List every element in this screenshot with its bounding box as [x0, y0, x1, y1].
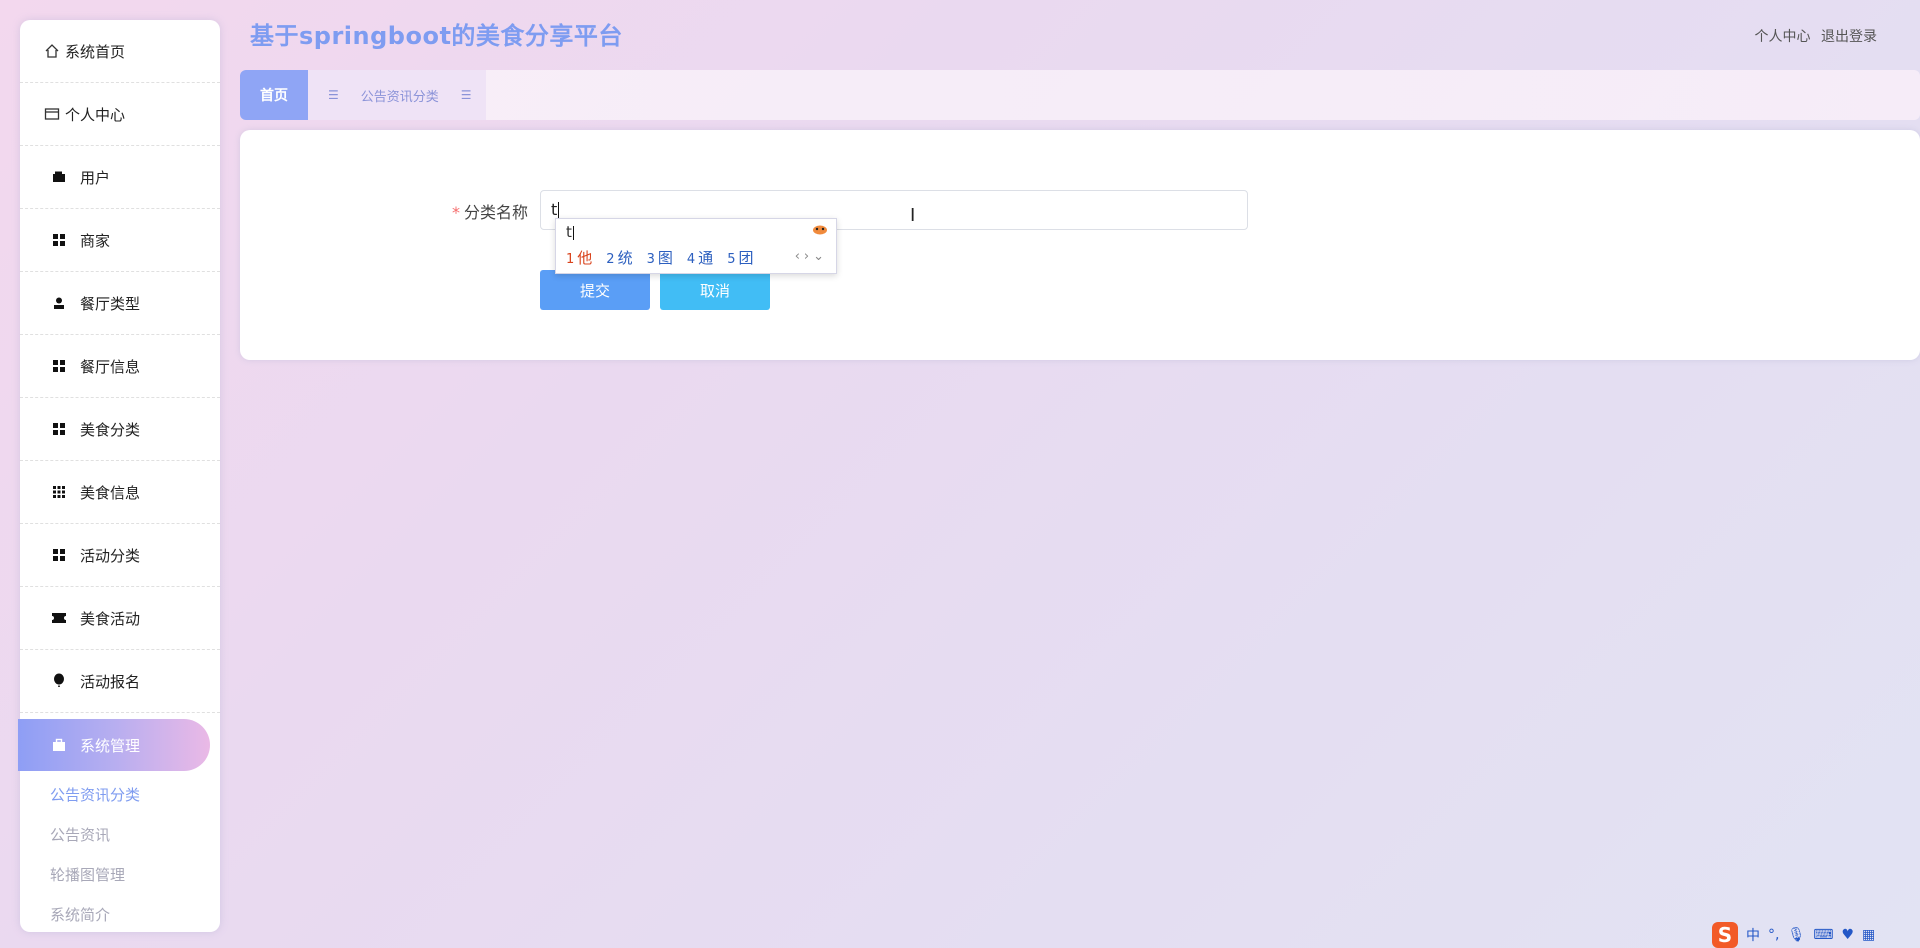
category-name-label: * 分类名称	[452, 199, 528, 223]
sidebar-item-food-info[interactable]: 美食信息	[20, 461, 220, 524]
text-caret	[558, 201, 560, 220]
candidate-text: 统	[617, 249, 633, 267]
candidate-text: 图	[657, 249, 673, 267]
candidate-number: 1	[566, 252, 575, 267]
system-management-submenu: 公告资讯分类 公告资讯 轮播图管理 系统简介	[20, 771, 220, 935]
sogou-mascot-icon	[810, 222, 830, 236]
candidate-number: 3	[646, 252, 655, 267]
sidebar: 系统首页 个人中心 用户 商家 餐厅类型 餐厅信息 美食分类 美食信息 活动分类…	[18, 20, 220, 935]
ime-composition-text: t	[566, 223, 572, 241]
grid-icon	[50, 231, 68, 249]
skin-icon[interactable]: ♥	[1841, 927, 1854, 943]
ime-caret	[572, 225, 574, 240]
profile-link[interactable]: 个人中心	[1755, 29, 1811, 45]
grid-icon	[50, 357, 68, 375]
sidebar-item-food-activities[interactable]: 美食活动	[20, 587, 220, 650]
submenu-carousel[interactable]: 轮播图管理	[50, 855, 220, 895]
chevron-left-icon[interactable]: ‹	[795, 249, 804, 264]
user-icon	[50, 294, 68, 312]
home-icon	[43, 42, 61, 60]
ime-candidates: 1他 2统 3图 4通 5团	[566, 247, 753, 268]
tab-label: 公告资讯分类	[360, 89, 439, 105]
sidebar-item-activity-categories[interactable]: 活动分类	[20, 524, 220, 587]
menu-icon: ☰	[328, 88, 339, 102]
sidebar-item-restaurant-info[interactable]: 餐厅信息	[20, 335, 220, 398]
candidate-text: 他	[577, 249, 593, 267]
form-panel: * 分类名称 t I 提交 取消	[240, 130, 1920, 360]
ime-toolbar: S 中 °, 🎙 ⌨ ♥ ▦	[1712, 922, 1920, 948]
punctuation-icon[interactable]: °,	[1768, 927, 1779, 943]
sidebar-item-label: 美食信息	[80, 483, 141, 502]
candidate-number: 2	[606, 252, 615, 267]
sidebar-item-label: 个人中心	[65, 105, 126, 124]
ime-composition: t	[566, 223, 574, 241]
submenu-notice-categories[interactable]: 公告资讯分类	[50, 775, 220, 815]
label-text: 分类名称	[464, 203, 529, 222]
ime-mode-indicator[interactable]: 中	[1746, 925, 1760, 945]
sidebar-item-label: 美食分类	[80, 420, 141, 439]
tabs-bar: 首页 ☰ 公告资讯分类 ☰	[240, 70, 1920, 120]
sidebar-item-label: 餐厅类型	[80, 294, 141, 313]
sidebar-item-food-categories[interactable]: 美食分类	[20, 398, 220, 461]
tab-home[interactable]: 首页	[240, 70, 308, 120]
cancel-button[interactable]: 取消	[660, 270, 770, 310]
ibeam-cursor-icon: I	[910, 205, 916, 226]
ime-candidate[interactable]: 2统	[606, 247, 632, 268]
required-mark: *	[452, 203, 460, 222]
sidebar-item-label: 系统管理	[80, 736, 141, 755]
candidate-text: 通	[698, 249, 714, 267]
candidate-number: 5	[727, 252, 736, 267]
tab-notice-categories[interactable]: ☰ 公告资讯分类 ☰	[308, 70, 486, 120]
candidate-number: 4	[686, 252, 696, 267]
submenu-system-intro[interactable]: 系统简介	[50, 895, 220, 935]
ime-candidate-popup: t 1他 2统 3图 4通 5团 ‹›⌄	[555, 218, 837, 274]
wallet-icon	[50, 168, 68, 186]
ticket-icon	[50, 609, 68, 627]
id-card-icon	[43, 105, 61, 123]
chevron-down-icon[interactable]: ⌄	[813, 249, 828, 264]
sogou-logo-icon[interactable]: S	[1712, 922, 1738, 948]
sidebar-item-label: 活动分类	[80, 546, 141, 565]
sidebar-item-label: 用户	[80, 168, 111, 187]
sidebar-item-activity-signup[interactable]: 活动报名	[20, 650, 220, 713]
sidebar-item-label: 系统首页	[65, 42, 126, 61]
sidebar-item-home[interactable]: 系统首页	[20, 20, 220, 83]
grid-nine-icon	[50, 483, 68, 501]
ime-page-nav[interactable]: ‹›⌄	[795, 249, 828, 264]
header-links: 个人中心 退出登录	[1749, 26, 1877, 46]
logout-link[interactable]: 退出登录	[1821, 29, 1877, 45]
ime-candidate[interactable]: 5团	[727, 247, 753, 268]
menu-icon[interactable]: ☰	[461, 88, 472, 102]
sidebar-item-merchants[interactable]: 商家	[20, 209, 220, 272]
ime-candidate[interactable]: 4通	[687, 247, 713, 268]
grid-icon	[50, 420, 68, 438]
sidebar-item-label: 商家	[80, 231, 111, 250]
sidebar-item-label: 美食活动	[80, 609, 141, 628]
grid-icon	[50, 546, 68, 564]
ime-candidate[interactable]: 1他	[566, 247, 592, 268]
sidebar-item-label: 活动报名	[80, 672, 141, 691]
sidebar-item-restaurant-types[interactable]: 餐厅类型	[20, 272, 220, 335]
sidebar-item-label: 餐厅信息	[80, 357, 141, 376]
microphone-icon[interactable]: 🎙	[1787, 927, 1805, 943]
sidebar-item-system-management[interactable]: 系统管理	[18, 719, 210, 771]
balloon-icon	[50, 672, 68, 690]
briefcase-icon	[50, 736, 68, 754]
keyboard-icon[interactable]: ⌨	[1813, 927, 1833, 943]
sidebar-item-profile[interactable]: 个人中心	[20, 83, 220, 146]
ime-candidate[interactable]: 3图	[647, 247, 673, 268]
sidebar-item-users[interactable]: 用户	[20, 146, 220, 209]
submenu-notices[interactable]: 公告资讯	[50, 815, 220, 855]
candidate-text: 团	[738, 249, 754, 267]
chevron-right-icon[interactable]: ›	[804, 249, 813, 264]
app-title: 基于springboot的美食分享平台	[250, 22, 623, 50]
apps-icon[interactable]: ▦	[1862, 927, 1875, 943]
submit-button[interactable]: 提交	[540, 270, 650, 310]
input-value: t	[551, 200, 558, 219]
